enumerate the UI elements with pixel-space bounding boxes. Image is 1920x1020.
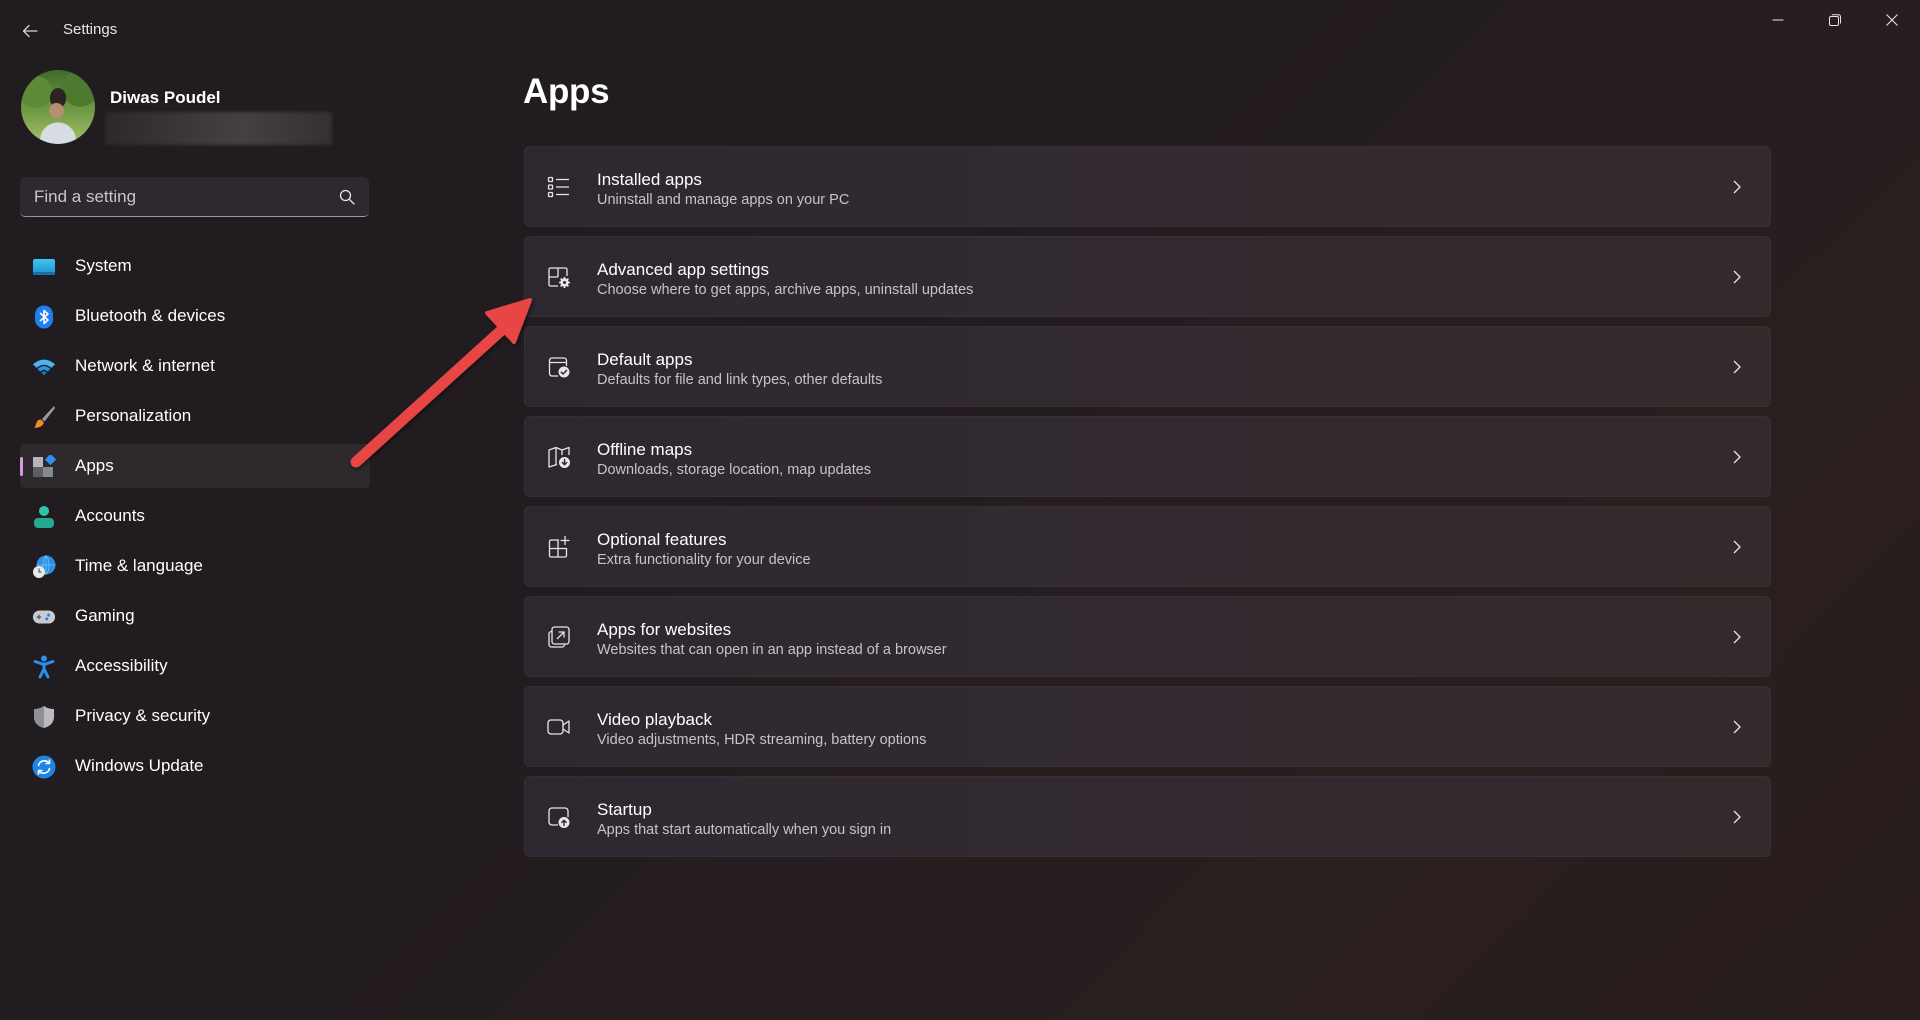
sidebar-item-bluetooth[interactable]: Bluetooth & devices: [20, 294, 370, 338]
gamepad-icon: [32, 605, 56, 629]
chevron-right-icon: [1733, 720, 1741, 734]
sidebar-nav: System Bluetooth & devices Network & int…: [20, 244, 370, 794]
globe-clock-icon: [32, 555, 56, 579]
sidebar-item-label: Apps: [75, 456, 114, 475]
sidebar-item-label: Gaming: [75, 606, 135, 625]
settings-card-list: Installed apps Uninstall and manage apps…: [524, 146, 1771, 866]
card-default-apps[interactable]: Default apps Defaults for file and link …: [524, 326, 1771, 407]
search-input[interactable]: [20, 177, 369, 216]
grid-plus-icon: [548, 536, 570, 558]
open-in-app-icon: [548, 626, 570, 648]
card-subtitle: Apps that start automatically when you s…: [597, 822, 892, 838]
sidebar-item-accounts[interactable]: Accounts: [20, 494, 370, 538]
update-sync-icon: [32, 755, 56, 779]
card-apps-for-websites[interactable]: Apps for websites Websites that can open…: [524, 596, 1771, 677]
minimize-icon: [1772, 19, 1783, 21]
sidebar-item-label: Accounts: [75, 506, 145, 525]
sidebar-item-label: Privacy & security: [75, 706, 211, 725]
sidebar-item-windows-update[interactable]: Windows Update: [20, 744, 370, 788]
card-subtitle: Downloads, storage location, map updates: [597, 462, 872, 478]
card-installed-apps[interactable]: Installed apps Uninstall and manage apps…: [524, 146, 1771, 227]
card-title: Video playback: [597, 710, 712, 729]
close-button[interactable]: [1863, 0, 1920, 40]
sidebar-item-gaming[interactable]: Gaming: [20, 594, 370, 638]
card-title: Advanced app settings: [597, 260, 770, 279]
search-box[interactable]: [20, 177, 369, 217]
selected-indicator: [20, 457, 23, 476]
card-title: Installed apps: [597, 170, 702, 189]
minimize-button[interactable]: [1749, 0, 1806, 40]
chevron-right-icon: [1733, 630, 1741, 644]
avatar[interactable]: [21, 70, 95, 144]
card-title: Apps for websites: [597, 620, 732, 639]
sidebar-item-label: Network & internet: [75, 356, 215, 375]
card-title: Default apps: [597, 350, 693, 369]
card-subtitle: Choose where to get apps, archive apps, …: [597, 282, 974, 298]
window-title: Settings: [63, 21, 118, 38]
sidebar-item-privacy-security[interactable]: Privacy & security: [20, 694, 370, 738]
sidebar-item-label: Time & language: [75, 556, 203, 575]
sidebar-item-system[interactable]: System: [20, 244, 370, 288]
app-settings-gear-icon: [548, 267, 570, 288]
profile-name: Diwas Poudel: [110, 88, 221, 107]
card-startup[interactable]: Startup Apps that start automatically wh…: [524, 776, 1771, 857]
card-title: Optional features: [597, 530, 727, 549]
sidebar-item-time-language[interactable]: Time & language: [20, 544, 370, 588]
card-offline-maps[interactable]: Offline maps Downloads, storage location…: [524, 416, 1771, 497]
card-subtitle: Uninstall and manage apps on your PC: [597, 192, 850, 208]
sidebar-item-label: Accessibility: [75, 656, 168, 675]
shield-icon: [32, 705, 56, 729]
chevron-right-icon: [1733, 450, 1741, 464]
card-subtitle: Websites that can open in an app instead…: [597, 642, 947, 658]
apps-icon: [32, 455, 56, 479]
restore-button[interactable]: [1806, 0, 1863, 40]
chevron-right-icon: [1733, 180, 1741, 194]
video-camera-icon: [547, 719, 570, 735]
accessibility-icon: [32, 655, 56, 679]
chevron-right-icon: [1733, 360, 1741, 374]
system-monitor-icon: [32, 255, 56, 279]
restore-icon: [1828, 14, 1841, 26]
sidebar-item-apps[interactable]: Apps: [20, 444, 370, 488]
sidebar-item-label: Personalization: [75, 406, 192, 425]
sidebar-item-personalization[interactable]: Personalization: [20, 394, 370, 438]
arrow-shaft: [350, 321, 511, 468]
paintbrush-icon: [32, 405, 56, 429]
card-subtitle: Video adjustments, HDR streaming, batter…: [597, 732, 927, 748]
sidebar-item-label: Bluetooth & devices: [75, 306, 226, 325]
sidebar-item-accessibility[interactable]: Accessibility: [20, 644, 370, 688]
back-arrow-icon: [22, 24, 38, 38]
card-subtitle: Defaults for file and link types, other …: [597, 372, 883, 388]
bluetooth-icon: [32, 305, 56, 329]
page-title: Apps: [523, 72, 610, 111]
close-icon: [1885, 14, 1898, 26]
chevron-right-icon: [1733, 810, 1741, 824]
sidebar-item-label: Windows Update: [75, 756, 204, 775]
profile-email-redacted: [105, 112, 332, 145]
card-optional-features[interactable]: Optional features Extra functionality fo…: [524, 506, 1771, 587]
back-button[interactable]: [14, 18, 46, 44]
sidebar-item-label: System: [75, 256, 132, 275]
list-icon: [547, 176, 569, 198]
chevron-right-icon: [1733, 540, 1741, 554]
card-advanced-app-settings[interactable]: Advanced app settings Choose where to ge…: [524, 236, 1771, 317]
card-title: Offline maps: [597, 440, 693, 459]
default-apps-check-icon: [548, 357, 570, 378]
card-video-playback[interactable]: Video playback Video adjustments, HDR st…: [524, 686, 1771, 767]
map-download-icon: [548, 446, 570, 468]
card-title: Startup: [597, 800, 652, 819]
startup-icon: [548, 807, 570, 828]
wifi-icon: [32, 355, 56, 379]
chevron-right-icon: [1733, 270, 1741, 284]
search-icon[interactable]: [339, 189, 355, 205]
person-icon: [32, 505, 56, 529]
card-subtitle: Extra functionality for your device: [597, 552, 811, 568]
sidebar-item-network[interactable]: Network & internet: [20, 344, 370, 388]
